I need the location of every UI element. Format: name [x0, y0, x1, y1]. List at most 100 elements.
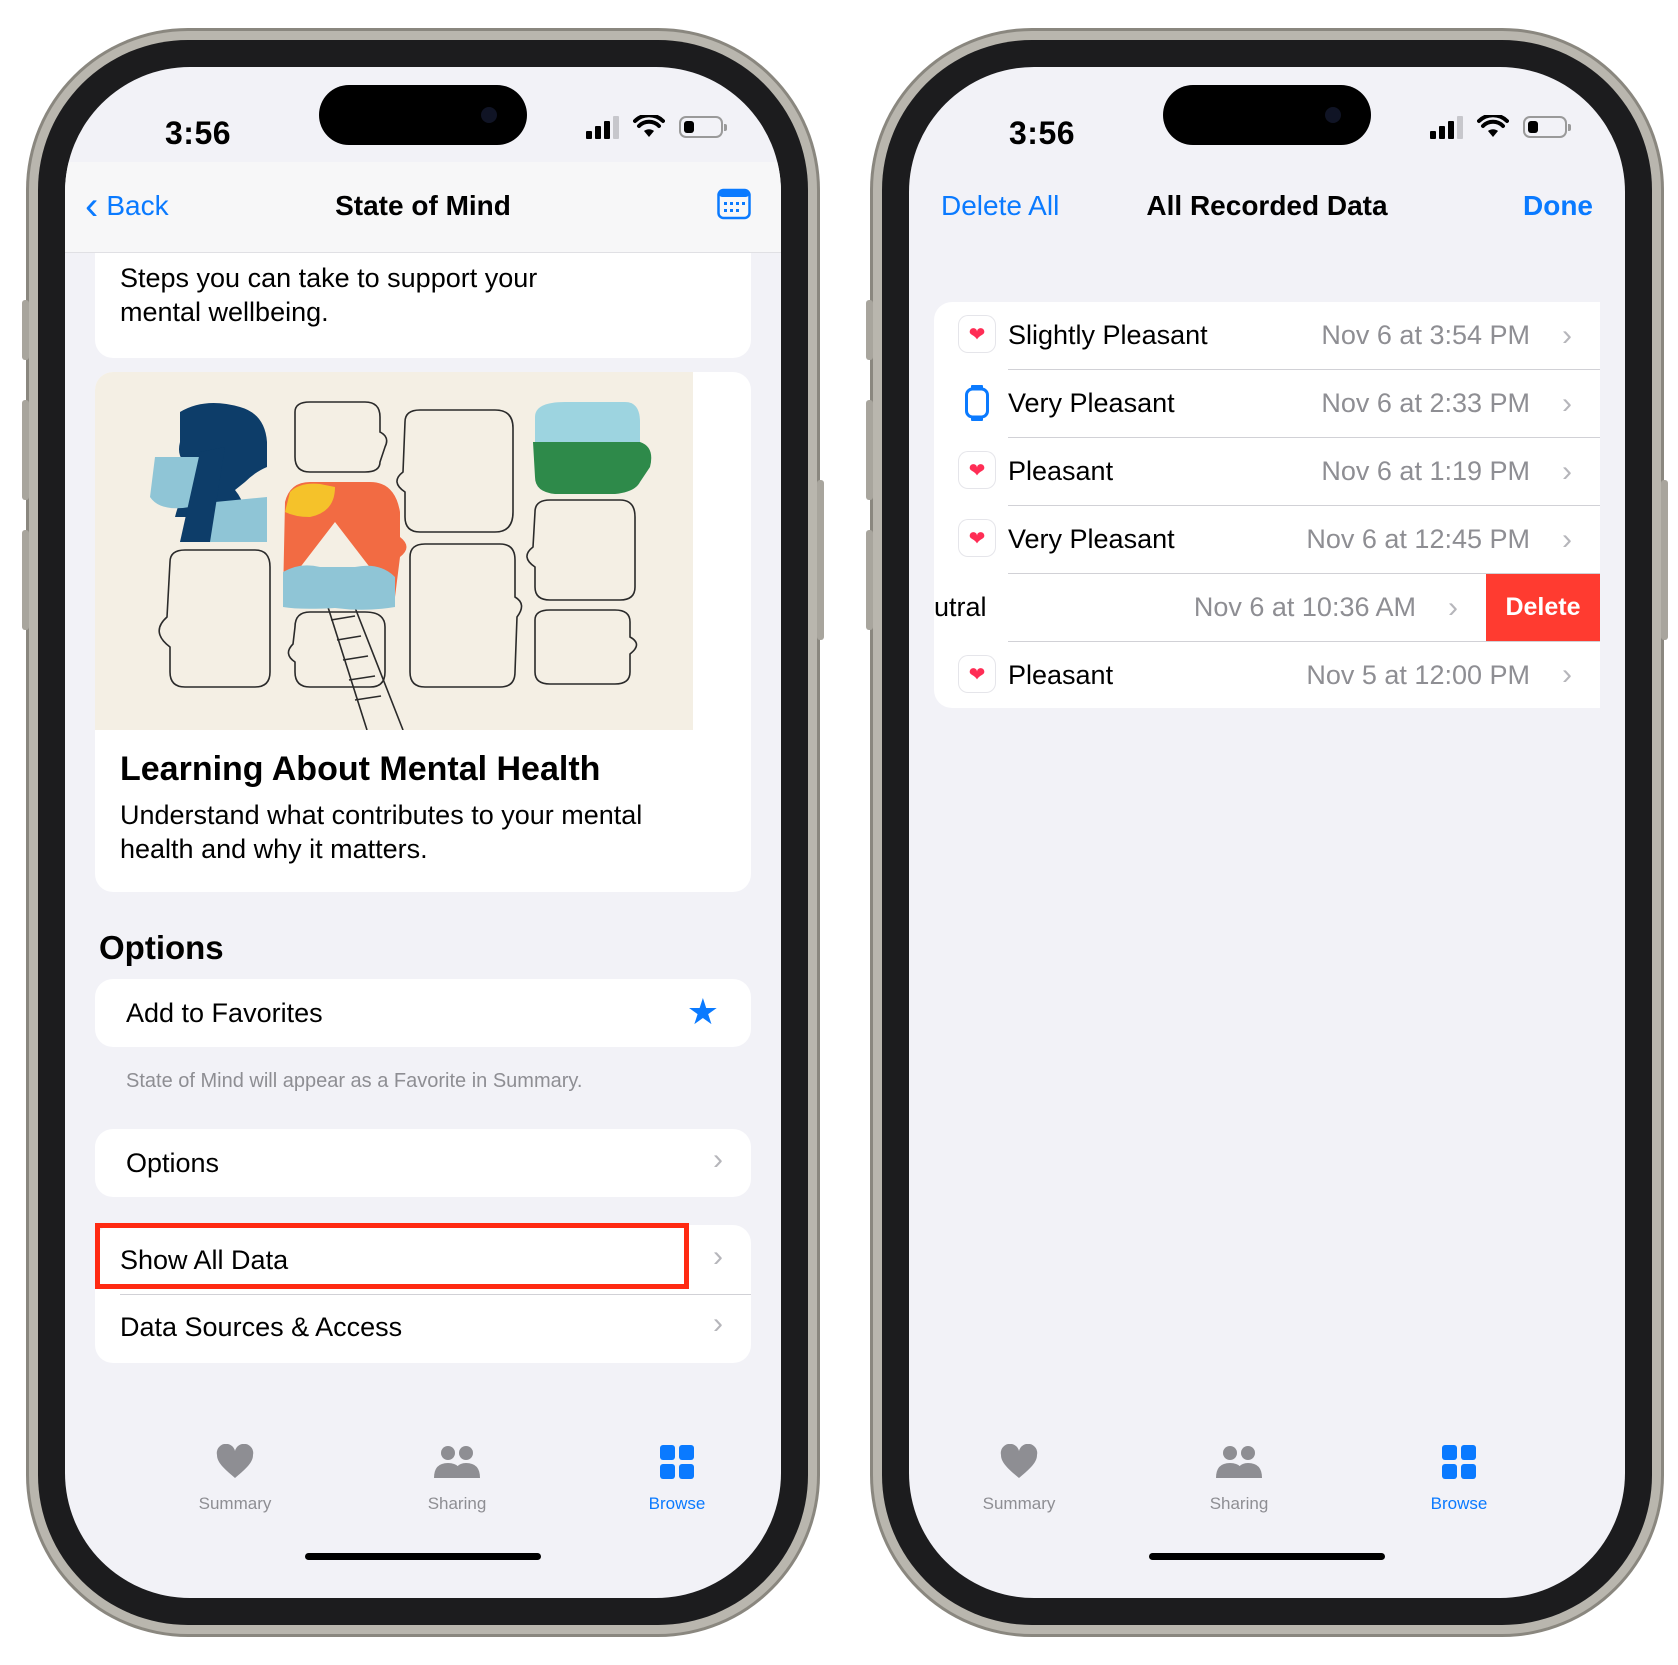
chevron-right-icon: ›	[1562, 658, 1572, 691]
tab-sharing[interactable]: Sharing	[397, 1438, 517, 1514]
screen: 3:56 ‹ Back State of Mind Steps you can …	[65, 67, 781, 1598]
tab-browse-label: Browse	[1430, 1494, 1488, 1513]
tab-summary-label: Summary	[198, 1494, 272, 1513]
home-indicator	[305, 1553, 541, 1560]
list-item-time: Nov 6 at 3:54 PM	[1321, 320, 1530, 350]
list-item-time: Nov 6 at 10:36 AM	[1193, 592, 1416, 622]
list-item[interactable]: ❤ Very Pleasant Nov 6 at 12:45 PM ›	[934, 506, 1600, 573]
status-icons	[1430, 115, 1571, 139]
heart-icon	[216, 1444, 254, 1478]
list-item-label: Pleasant	[1008, 659, 1114, 690]
recorded-data-list: ❤ Slightly Pleasant Nov 6 at 3:54 PM › V…	[934, 302, 1600, 708]
list-item-label: Pleasant	[1008, 456, 1114, 486]
list-item-time: Nov 6 at 1:19 PM	[1321, 456, 1530, 486]
wifi-icon	[1477, 115, 1509, 137]
mental-health-illustration	[95, 372, 693, 730]
article-card[interactable]: Learning About Mental Health Understand …	[95, 372, 751, 892]
done-button[interactable]: Done	[1523, 190, 1593, 222]
list-item[interactable]: ❤ Pleasant Nov 5 at 12:00 PM ›	[934, 642, 1600, 708]
tab-sharing-label: Sharing	[427, 1494, 487, 1513]
tab-browse[interactable]: Browse	[1399, 1438, 1519, 1514]
dynamic-island	[319, 85, 527, 145]
data-sources-row[interactable]: Data Sources & Access ›	[95, 1294, 751, 1362]
phone-right: 3:56 Delete All All Recorded Data Done ❤…	[866, 40, 1668, 1625]
volume-down-button	[22, 530, 29, 630]
article-title: Learning About Mental Health	[120, 750, 601, 788]
chevron-right-icon: ›	[713, 1240, 723, 1273]
status-time: 3:56	[165, 115, 232, 151]
list-item-time: Nov 5 at 12:00 PM	[1306, 659, 1530, 690]
nav-bar: Delete All All Recorded Data Done	[909, 162, 1625, 252]
intro-text-line-1: Steps you can take to support your	[120, 263, 538, 293]
intro-card[interactable]: Steps you can take to support your menta…	[95, 253, 751, 358]
chevron-right-icon: ›	[1448, 590, 1458, 624]
tab-browse[interactable]: Browse	[617, 1438, 737, 1514]
side-button	[1661, 480, 1668, 640]
volume-down-button	[866, 530, 873, 630]
favorites-footnote: State of Mind will appear as a Favorite …	[126, 1070, 583, 1092]
grid-icon	[1442, 1445, 1476, 1479]
tab-sharing[interactable]: Sharing	[1179, 1438, 1299, 1514]
list-item-label: Very Pleasant	[1008, 524, 1175, 554]
chevron-right-icon: ›	[713, 1307, 723, 1340]
volume-up-button	[866, 400, 873, 500]
chevron-right-icon: ›	[713, 1143, 723, 1176]
tab-browse-label: Browse	[648, 1494, 706, 1513]
list-item-swiped[interactable]: utral Nov 6 at 10:36 AM › Delete	[934, 574, 1600, 641]
people-icon	[1216, 1446, 1262, 1478]
tab-summary[interactable]: Summary	[959, 1438, 1079, 1514]
list-item-time: Nov 6 at 12:45 PM	[1306, 524, 1530, 554]
tab-bar: Summary Sharing Browse	[909, 1408, 1625, 1598]
wifi-icon	[633, 115, 665, 137]
list-item[interactable]: Very Pleasant Nov 6 at 2:33 PM ›	[934, 370, 1600, 437]
battery-icon	[679, 116, 727, 138]
list-item[interactable]: ❤ Pleasant Nov 6 at 1:19 PM ›	[934, 438, 1600, 505]
list-item-time: Nov 6 at 2:33 PM	[1321, 388, 1530, 418]
tab-sharing-label: Sharing	[1209, 1494, 1269, 1513]
article-description-line-2: health and why it matters.	[120, 834, 428, 864]
heart-icon: ❤	[959, 452, 995, 488]
home-indicator	[1149, 1553, 1385, 1560]
options-row[interactable]: Options ›	[95, 1129, 751, 1197]
add-to-favorites-row[interactable]: Add to Favorites ★	[95, 979, 751, 1047]
tab-summary-label: Summary	[982, 1494, 1056, 1513]
article-description-line-1: Understand what contributes to your ment…	[120, 800, 643, 830]
chevron-right-icon: ›	[1562, 386, 1572, 420]
cellular-signal-icon	[1430, 115, 1463, 139]
action-button	[22, 300, 29, 360]
battery-icon	[1523, 116, 1571, 138]
tab-summary[interactable]: Summary	[175, 1438, 295, 1514]
phone-left: 3:56 ‹ Back State of Mind Steps you can …	[22, 40, 824, 1625]
cellular-signal-icon	[586, 115, 619, 139]
highlight-box	[95, 1223, 689, 1289]
list-item-label: Very Pleasant	[1008, 388, 1175, 418]
calendar-icon[interactable]	[717, 188, 751, 220]
list-item[interactable]: ❤ Slightly Pleasant Nov 6 at 3:54 PM ›	[934, 302, 1600, 369]
heart-icon: ❤	[959, 520, 995, 556]
camera-icon	[1325, 107, 1341, 123]
chevron-right-icon: ›	[1562, 454, 1572, 488]
grid-icon	[660, 1445, 694, 1479]
action-button	[866, 300, 873, 360]
chevron-right-icon: ›	[1562, 318, 1572, 352]
nav-bar: ‹ Back State of Mind	[65, 162, 781, 253]
side-button	[817, 480, 824, 640]
star-icon[interactable]: ★	[687, 991, 719, 1033]
options-section-header: Options	[99, 929, 224, 966]
volume-up-button	[22, 400, 29, 500]
tab-bar: Summary Sharing Browse	[65, 1408, 781, 1598]
dynamic-island	[1163, 85, 1371, 145]
watch-icon	[965, 385, 989, 421]
page-title: All Recorded Data	[1146, 190, 1388, 221]
screen: 3:56 Delete All All Recorded Data Done ❤…	[909, 67, 1625, 1598]
delete-button-label: Delete	[1505, 593, 1581, 621]
heart-icon: ❤	[959, 316, 995, 352]
delete-button[interactable]: Delete	[1486, 574, 1600, 641]
heart-icon: ❤	[959, 656, 995, 692]
page-title: State of Mind	[335, 190, 511, 221]
heart-icon	[1000, 1444, 1038, 1478]
data-sources-label: Data Sources & Access	[120, 1312, 403, 1342]
people-icon	[434, 1446, 480, 1478]
add-to-favorites-label: Add to Favorites	[126, 998, 323, 1028]
status-icons	[586, 115, 727, 139]
